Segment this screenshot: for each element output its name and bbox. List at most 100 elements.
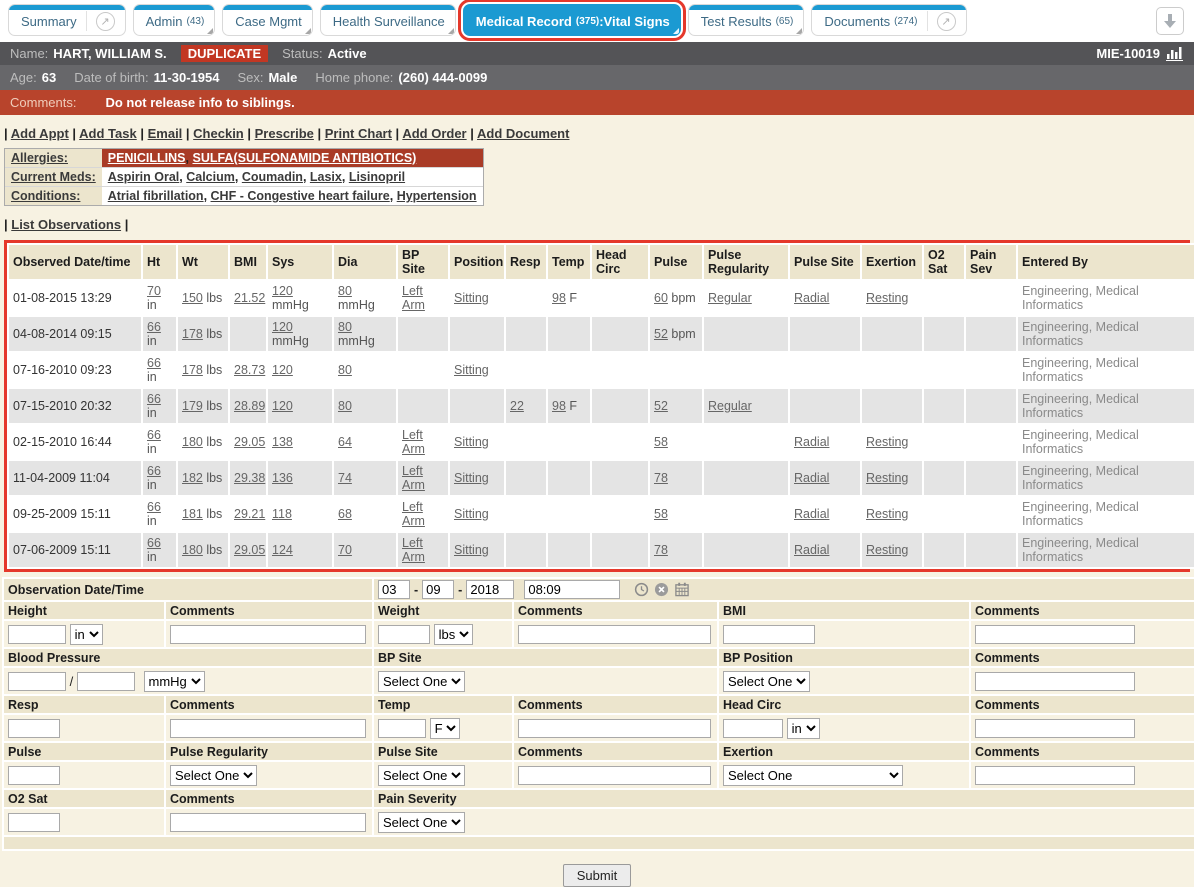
weight-comments-input[interactable] <box>518 625 711 644</box>
tab-test-results[interactable]: Test Results (65) <box>688 4 805 36</box>
dia-value-link[interactable]: 68 <box>338 507 352 521</box>
dia-value-link[interactable]: 80 <box>338 284 352 298</box>
sys-value-link[interactable]: 120 <box>272 363 293 377</box>
height-input[interactable] <box>8 625 66 644</box>
pulse-input[interactable] <box>8 766 60 785</box>
medication-link[interactable]: Aspirin Oral <box>108 170 180 184</box>
pulse-value-link[interactable]: 58 <box>654 507 668 521</box>
list-observations-link[interactable]: List Observations <box>11 217 121 232</box>
tab-documents[interactable]: Documents (274) ↗ <box>811 4 966 36</box>
tab-summary[interactable]: Summary ↗ <box>8 4 126 36</box>
allergy-link[interactable]: PENICILLINS <box>108 151 186 165</box>
condition-link[interactable]: Atrial fibrillation <box>108 189 204 203</box>
sys-value-link[interactable]: 120 <box>272 320 293 334</box>
o2-comments-input[interactable] <box>170 813 366 832</box>
position-value-link[interactable]: Sitting <box>454 435 489 449</box>
action-link[interactable]: Email <box>148 126 183 141</box>
pulse_site-value-link[interactable]: Radial <box>794 507 829 521</box>
o2-sat-input[interactable] <box>8 813 60 832</box>
pulse-comments-input[interactable] <box>518 766 711 785</box>
position-value-link[interactable]: Sitting <box>454 291 489 305</box>
pulse_site-value-link[interactable]: Radial <box>794 435 829 449</box>
current-meds-label-link[interactable]: Current Meds: <box>11 170 96 184</box>
action-link[interactable]: Add Task <box>79 126 137 141</box>
head-circ-input[interactable] <box>723 719 783 738</box>
clear-icon[interactable] <box>654 582 669 597</box>
chart-icon[interactable] <box>1166 46 1184 61</box>
exertion-comments-input[interactable] <box>975 766 1135 785</box>
weight-input[interactable] <box>378 625 430 644</box>
medication-link[interactable]: Lisinopril <box>349 170 405 184</box>
dia-value-link[interactable]: 70 <box>338 543 352 557</box>
bmi-input[interactable] <box>723 625 815 644</box>
submit-button[interactable]: Submit <box>563 864 631 887</box>
wt-value-link[interactable]: 180 <box>182 435 203 449</box>
sys-value-link[interactable]: 120 <box>272 399 293 413</box>
wt-value-link[interactable]: 178 <box>182 327 203 341</box>
pain-severity-select[interactable]: Select One <box>378 812 465 833</box>
action-link[interactable]: Print Chart <box>325 126 392 141</box>
action-link[interactable]: Prescribe <box>255 126 314 141</box>
bmi-value-link[interactable]: 21.52 <box>234 291 265 305</box>
pulse-value-link[interactable]: 52 <box>654 327 668 341</box>
resp-input[interactable] <box>8 719 60 738</box>
head-circ-comments-input[interactable] <box>975 719 1135 738</box>
pulse-site-select[interactable]: Select One <box>378 765 465 786</box>
exertion-value-link[interactable]: Resting <box>866 543 908 557</box>
dia-value-link[interactable]: 80 <box>338 399 352 413</box>
bmi-comments-input[interactable] <box>975 625 1135 644</box>
medication-link[interactable]: Calcium <box>186 170 235 184</box>
action-link[interactable]: Checkin <box>193 126 244 141</box>
wt-value-link[interactable]: 180 <box>182 543 203 557</box>
ht-value-link[interactable]: 66 <box>147 464 161 478</box>
exertion-value-link[interactable]: Resting <box>866 291 908 305</box>
wt-value-link[interactable]: 178 <box>182 363 203 377</box>
resp-comments-input[interactable] <box>170 719 366 738</box>
day-input[interactable] <box>422 580 454 599</box>
ht-value-link[interactable]: 66 <box>147 536 161 550</box>
tab-medical-record[interactable]: Medical Record (375) :Vital Signs <box>463 4 681 36</box>
duplicate-badge[interactable]: DUPLICATE <box>181 45 268 62</box>
allergy-link[interactable]: SULFA(SULFONAMIDE ANTIBIOTICS) <box>192 151 416 165</box>
wt-value-link[interactable]: 181 <box>182 507 203 521</box>
weight-unit-select[interactable]: lbs <box>434 624 473 645</box>
tab-admin[interactable]: Admin (43) <box>133 4 216 36</box>
popout-icon[interactable]: ↗ <box>96 12 115 31</box>
bp_site-value-link[interactable]: Left Arm <box>402 284 425 312</box>
tab-health-surveillance[interactable]: Health Surveillance <box>320 4 456 36</box>
bp_site-value-link[interactable]: Left Arm <box>402 500 425 528</box>
ht-value-link[interactable]: 66 <box>147 320 161 334</box>
bmi-value-link[interactable]: 29.05 <box>234 543 265 557</box>
bmi-value-link[interactable]: 29.05 <box>234 435 265 449</box>
temp-input[interactable] <box>378 719 426 738</box>
dia-value-link[interactable]: 74 <box>338 471 352 485</box>
medication-link[interactable]: Coumadin <box>242 170 303 184</box>
pulse-value-link[interactable]: 78 <box>654 543 668 557</box>
tab-case-mgmt[interactable]: Case Mgmt <box>222 4 312 36</box>
temp-comments-input[interactable] <box>518 719 711 738</box>
allergies-label-link[interactable]: Allergies: <box>11 151 68 165</box>
year-input[interactable] <box>466 580 514 599</box>
sys-value-link[interactable]: 118 <box>272 507 292 521</box>
pulse-value-link[interactable]: 52 <box>654 399 668 413</box>
bp_site-value-link[interactable]: Left Arm <box>402 428 425 456</box>
sys-value-link[interactable]: 124 <box>272 543 293 557</box>
position-value-link[interactable]: Sitting <box>454 507 489 521</box>
bmi-value-link[interactable]: 28.89 <box>234 399 265 413</box>
bp_site-value-link[interactable]: Left Arm <box>402 536 425 564</box>
bp-position-select[interactable]: Select One <box>723 671 810 692</box>
bp-unit-select[interactable]: mmHg <box>144 671 205 692</box>
pulse-value-link[interactable]: 60 <box>654 291 668 305</box>
pulse_reg-value-link[interactable]: Regular <box>708 291 752 305</box>
clock-icon[interactable] <box>634 582 649 597</box>
pulse_reg-value-link[interactable]: Regular <box>708 399 752 413</box>
temp-value-link[interactable]: 98 <box>552 291 566 305</box>
dia-value-link[interactable]: 80 <box>338 363 352 377</box>
exertion-value-link[interactable]: Resting <box>866 471 908 485</box>
temp-value-link[interactable]: 98 <box>552 399 566 413</box>
bmi-value-link[interactable]: 29.38 <box>234 471 265 485</box>
wt-value-link[interactable]: 150 <box>182 291 203 305</box>
pulse-regularity-select[interactable]: Select One <box>170 765 257 786</box>
download-button[interactable] <box>1156 7 1184 35</box>
bp-systolic-input[interactable] <box>8 672 66 691</box>
